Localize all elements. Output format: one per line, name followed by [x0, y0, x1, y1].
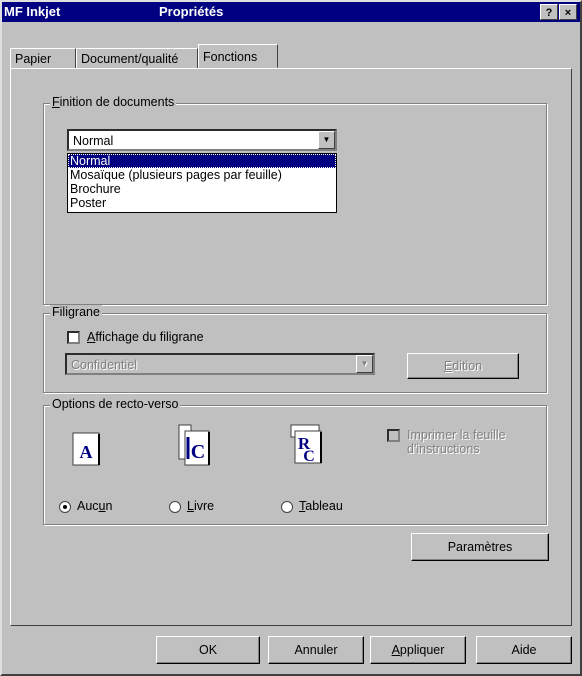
finition-select[interactable]: Normal ▼ [67, 129, 337, 151]
apply-button[interactable]: Appliquer [370, 636, 466, 664]
svg-text:C: C [303, 448, 315, 465]
close-button[interactable]: × [559, 4, 577, 20]
option-mosaique[interactable]: Mosaïque (plusieurs pages par feuille) [68, 168, 336, 182]
finition-legend: Finition de documents [50, 95, 177, 109]
radio-livre-label: Livre [187, 499, 215, 513]
finition-dropdown-list: Normal Mosaïque (plusieurs pages par feu… [67, 153, 337, 213]
tab-fonctions[interactable]: Fonctions [198, 44, 278, 68]
radio-livre[interactable] [169, 501, 181, 513]
radio-tableau[interactable] [281, 501, 293, 513]
no-duplex-icon: A [72, 432, 100, 466]
title-app-name: MF Inkjet [4, 4, 61, 19]
option-poster[interactable]: Poster [68, 196, 336, 210]
radio-aucun[interactable] [59, 501, 71, 513]
svg-text:C: C [191, 441, 205, 463]
radio-aucun-label: Aucun [77, 499, 113, 513]
filigrane-checkbox[interactable] [67, 331, 80, 344]
edition-button[interactable]: Edition [407, 353, 519, 379]
instructions-checkbox-label: Imprimer la feuille d'instructions [407, 428, 506, 456]
instructions-checkbox[interactable] [387, 429, 400, 442]
book-duplex-icon: C [178, 424, 210, 466]
option-normal[interactable]: Normal [68, 154, 336, 168]
title-bar: MF Inkjet Propriétés ? × [2, 2, 580, 22]
tab-papier[interactable]: Papier [10, 48, 76, 68]
help-button[interactable]: ? [540, 4, 558, 20]
svg-text:A: A [80, 442, 93, 462]
tab-document-qualite[interactable]: Document/qualité [76, 48, 198, 68]
cancel-button[interactable]: Annuler [268, 636, 364, 664]
filigrane-checkbox-label: Affichage du filigrane [87, 330, 204, 344]
chevron-down-icon[interactable]: ▼ [318, 131, 335, 149]
filigrane-select[interactable]: Confidentiel ▼ [65, 353, 375, 375]
tab-panel-fonctions: Finition de documents Normal ▼ Normal Mo… [10, 68, 572, 626]
title-properties: Propriétés [159, 4, 224, 19]
option-brochure[interactable]: Brochure [68, 182, 336, 196]
radio-tableau-label: Tableau [299, 499, 343, 513]
finition-select-value: Normal [73, 134, 114, 148]
properties-dialog: MF Inkjet Propriétés ? × Papier Document… [0, 0, 582, 676]
help-dialog-button[interactable]: Aide [476, 636, 572, 664]
chevron-down-icon[interactable]: ▼ [356, 355, 373, 373]
filigrane-select-value: Confidentiel [71, 358, 138, 372]
parametres-button[interactable]: Paramètres [411, 533, 549, 561]
ok-button[interactable]: OK [156, 636, 260, 664]
recto-verso-legend: Options de recto-verso [50, 397, 181, 411]
tablet-duplex-icon: R C [290, 424, 322, 465]
filigrane-legend: Filigrane [50, 305, 102, 319]
